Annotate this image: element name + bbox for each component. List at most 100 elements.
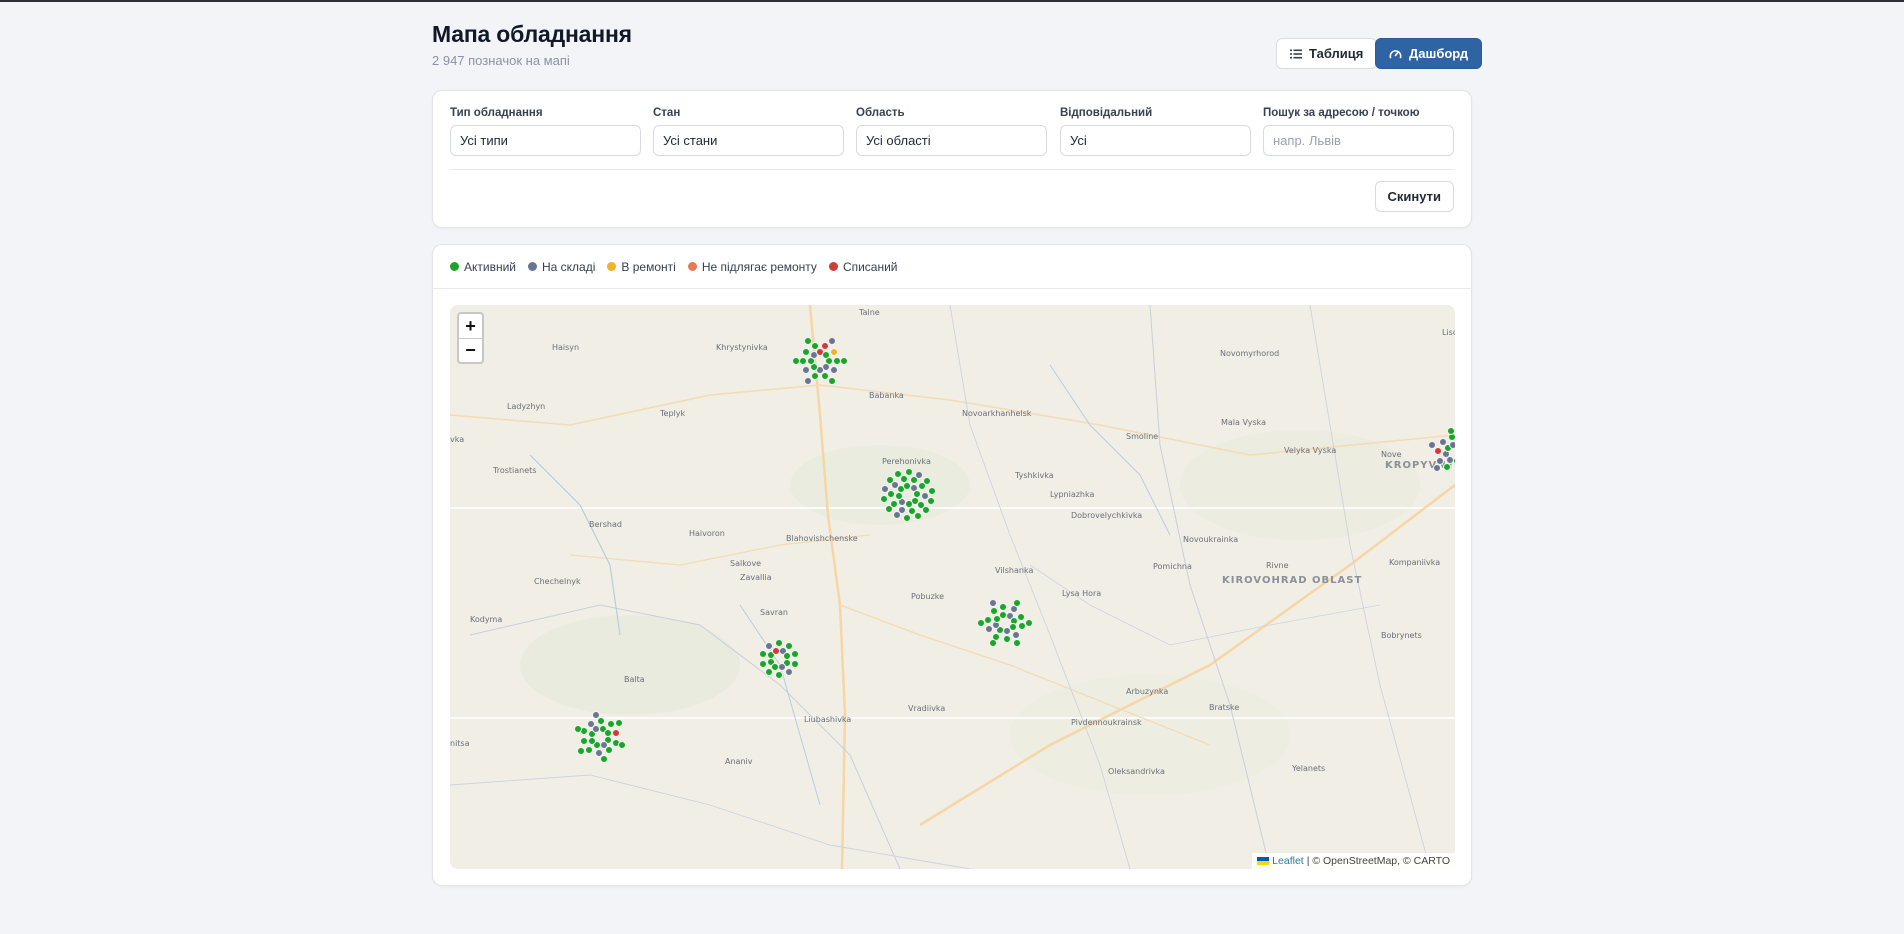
equipment-marker[interactable]	[1003, 627, 1012, 636]
equipment-marker[interactable]	[573, 725, 582, 733]
equipment-marker[interactable]	[810, 372, 819, 381]
equipment-marker[interactable]	[1013, 599, 1022, 608]
equipment-marker[interactable]	[791, 659, 800, 668]
equipment-marker[interactable]	[1434, 446, 1443, 455]
search-input[interactable]: напр. Львів	[1263, 125, 1454, 156]
equipment-marker[interactable]	[880, 495, 889, 504]
dashboard-button[interactable]: Дашборд	[1375, 38, 1483, 69]
equipment-marker[interactable]	[985, 625, 994, 634]
equipment-marker[interactable]	[1432, 463, 1441, 472]
equipment-marker[interactable]	[758, 650, 767, 659]
leaflet-link[interactable]: Leaflet	[1272, 855, 1304, 867]
equipment-marker[interactable]	[579, 737, 588, 746]
page: Мапа обладнання 2 947 позначок на мапі Т…	[432, 2, 1483, 886]
table-view-button[interactable]: Таблиця	[1276, 38, 1378, 69]
status-select[interactable]: Усі стани	[653, 125, 844, 156]
equipment-marker[interactable]	[775, 671, 784, 680]
list-icon	[1290, 49, 1302, 58]
region-filter: Область Усі області	[856, 107, 1047, 156]
equipment-marker[interactable]	[913, 511, 922, 520]
legend-item-in-repair: В ремонті	[607, 260, 676, 274]
equipment-marker[interactable]	[828, 337, 836, 346]
equipment-marker[interactable]	[799, 357, 807, 365]
equipment-marker[interactable]	[988, 638, 997, 647]
equipment-marker[interactable]	[592, 710, 601, 719]
equipment-marker[interactable]	[618, 740, 627, 749]
legend-label: Списаний	[842, 259, 898, 274]
equipment-marker[interactable]	[999, 602, 1008, 611]
equipment-marker[interactable]	[764, 642, 773, 651]
equipment-marker[interactable]	[885, 476, 894, 485]
equipment-marker[interactable]	[989, 606, 998, 615]
equipment-marker[interactable]	[586, 719, 595, 728]
responsible-select[interactable]: Усі	[1060, 125, 1251, 156]
reset-button[interactable]: Скинути	[1374, 181, 1454, 212]
equipment-marker[interactable]	[784, 641, 793, 650]
equipment-marker[interactable]	[1024, 619, 1033, 628]
legend-item-in-stock: На складі	[528, 260, 595, 274]
equipment-marker[interactable]	[989, 599, 998, 608]
equipment-marker[interactable]	[1002, 635, 1011, 644]
equipment-marker[interactable]	[1012, 638, 1021, 647]
equipment-marker[interactable]	[927, 486, 936, 495]
equipment-marker[interactable]	[774, 638, 783, 647]
equipment-marker[interactable]	[1012, 631, 1021, 640]
equipment-marker[interactable]	[914, 470, 923, 479]
equipment-type-select[interactable]: Усі типи	[450, 125, 641, 156]
equipment-marker[interactable]	[605, 746, 614, 755]
equipment-marker[interactable]	[984, 615, 993, 624]
table-view-label: Таблиця	[1309, 46, 1364, 61]
equipment-marker[interactable]	[599, 755, 608, 764]
status-label: Стан	[653, 107, 681, 119]
equipment-marker[interactable]	[884, 504, 893, 513]
speedometer-icon	[1389, 50, 1402, 59]
equipment-marker[interactable]	[606, 720, 615, 729]
legend-dot	[687, 262, 697, 271]
equipment-marker[interactable]	[1449, 440, 1455, 449]
equipment-marker[interactable]	[922, 505, 931, 514]
equipment-marker[interactable]	[923, 477, 932, 486]
equipment-marker[interactable]	[577, 747, 586, 756]
map-attribution: Leaflet | © OpenStreetMap, © CARTO	[1252, 853, 1455, 869]
equipment-marker[interactable]	[1438, 437, 1447, 446]
equipment-marker[interactable]	[904, 468, 913, 477]
equipment-marker[interactable]	[585, 745, 594, 754]
equipment-marker[interactable]	[765, 668, 774, 677]
equipment-marker[interactable]	[785, 667, 794, 676]
equipment-marker[interactable]	[977, 618, 985, 627]
equipment-marker[interactable]	[614, 718, 623, 727]
equipment-marker[interactable]	[927, 496, 936, 505]
equipment-marker[interactable]	[829, 347, 838, 356]
equipment-marker[interactable]	[912, 490, 921, 499]
equipment-marker[interactable]	[802, 347, 811, 356]
map-card: Активний На складі В ремонті Не підлягає…	[432, 244, 1472, 886]
filter-panel: Тип обладнання Усі типи Стан Усі стани О…	[432, 90, 1472, 228]
equipment-marker[interactable]	[810, 341, 819, 350]
dashboard-label: Дашборд	[1409, 46, 1469, 61]
region-label: Область	[856, 107, 905, 119]
marker-layer	[450, 305, 1455, 869]
equipment-marker[interactable]	[587, 736, 596, 745]
zoom-out-button[interactable]: −	[459, 338, 482, 362]
equipment-marker[interactable]	[792, 357, 800, 365]
filter-divider	[450, 169, 1454, 170]
equipment-marker[interactable]	[791, 649, 800, 658]
equipment-marker[interactable]	[828, 376, 836, 385]
equipment-marker[interactable]	[804, 376, 812, 385]
equipment-type-filter: Тип обладнання Усі типи	[450, 107, 641, 156]
equipment-marker[interactable]	[1446, 426, 1455, 435]
equipment-marker[interactable]	[758, 660, 767, 669]
legend-item-not-repairable: Не підлягає ремонту	[687, 260, 817, 274]
equipment-marker[interactable]	[1443, 463, 1452, 472]
legend-divider	[433, 288, 1471, 289]
equipment-marker[interactable]	[802, 366, 811, 375]
region-select[interactable]: Усі області	[856, 125, 1047, 156]
equipment-map[interactable]: Talne Haisyn Khrystynivka Liso Novomyrho…	[450, 305, 1455, 869]
equipment-marker[interactable]	[829, 366, 838, 375]
equipment-marker[interactable]	[1016, 612, 1025, 621]
equipment-marker[interactable]	[840, 357, 848, 365]
equipment-marker[interactable]	[893, 511, 901, 520]
equipment-marker[interactable]	[903, 513, 912, 522]
equipment-marker[interactable]	[612, 728, 621, 737]
zoom-in-button[interactable]: +	[459, 314, 482, 338]
